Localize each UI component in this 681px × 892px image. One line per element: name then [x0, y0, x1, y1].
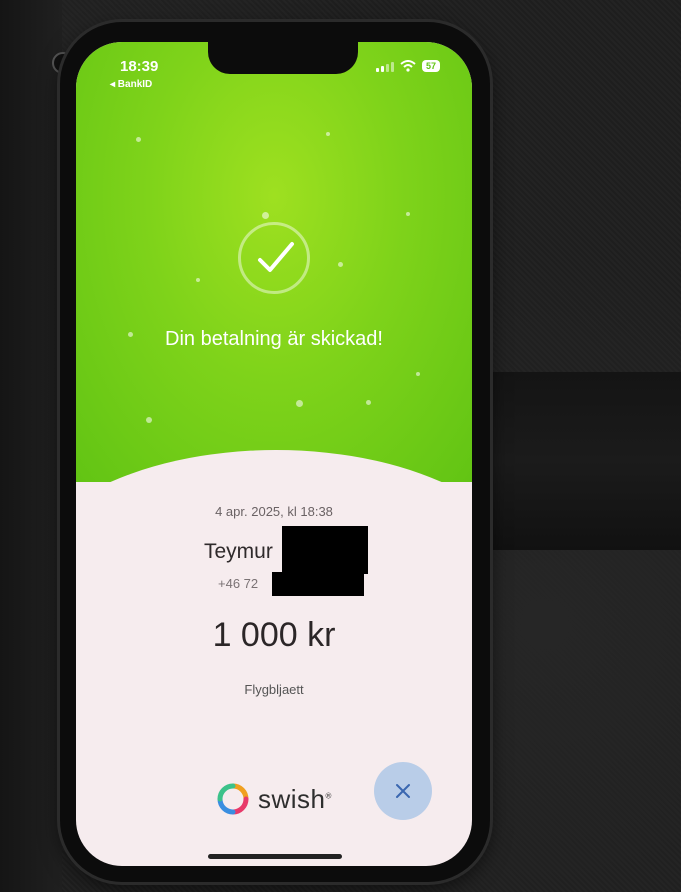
signal-icon [375, 61, 394, 72]
particle [338, 262, 343, 267]
particle [416, 372, 420, 376]
checkmark-circle [238, 222, 310, 294]
battery-icon: 57 [421, 60, 440, 72]
particle [262, 212, 269, 219]
redaction-box [272, 572, 364, 596]
back-to-app-link[interactable]: ◂ BankID [110, 79, 152, 90]
home-indicator[interactable] [208, 854, 342, 859]
recipient-name: Teymur [204, 540, 273, 563]
close-icon [396, 784, 410, 798]
swish-logo: swish® [216, 782, 332, 816]
phone-case-flap [0, 0, 62, 892]
status-bar: 18:39 ◂ BankID 57 [76, 42, 472, 102]
payment-message: Flygbljaett [244, 682, 304, 697]
trademark: ® [325, 790, 332, 800]
success-header: Din betalning är skickad! [76, 42, 472, 482]
phone: Din betalning är skickad! 18:39 ◂ BankID… [60, 22, 490, 882]
case-strap [478, 372, 681, 550]
close-button[interactable] [374, 762, 432, 820]
status-time: 18:39 [120, 58, 159, 75]
phone-screen: Din betalning är skickad! 18:39 ◂ BankID… [76, 42, 472, 866]
status-icons: 57 [375, 60, 440, 72]
card-curve [76, 450, 472, 590]
particle [366, 400, 371, 405]
payment-amount: 1 000 kr [212, 616, 336, 654]
payment-date: 4 apr. 2025, kl 18:38 [215, 504, 333, 519]
particle [406, 212, 410, 216]
particle [196, 278, 200, 282]
success-message: Din betalning är skickad! [165, 328, 383, 350]
redaction-box [282, 526, 368, 574]
swish-name: swish [258, 783, 326, 814]
particle [326, 132, 330, 136]
particle [146, 417, 152, 423]
particle [296, 400, 303, 407]
checkmark-icon [258, 242, 294, 272]
swish-wordmark: swish® [258, 784, 332, 815]
wifi-icon [400, 60, 416, 72]
swish-logo-icon [217, 783, 249, 815]
particle [136, 137, 141, 142]
recipient-phone: +46 72 [218, 576, 259, 591]
